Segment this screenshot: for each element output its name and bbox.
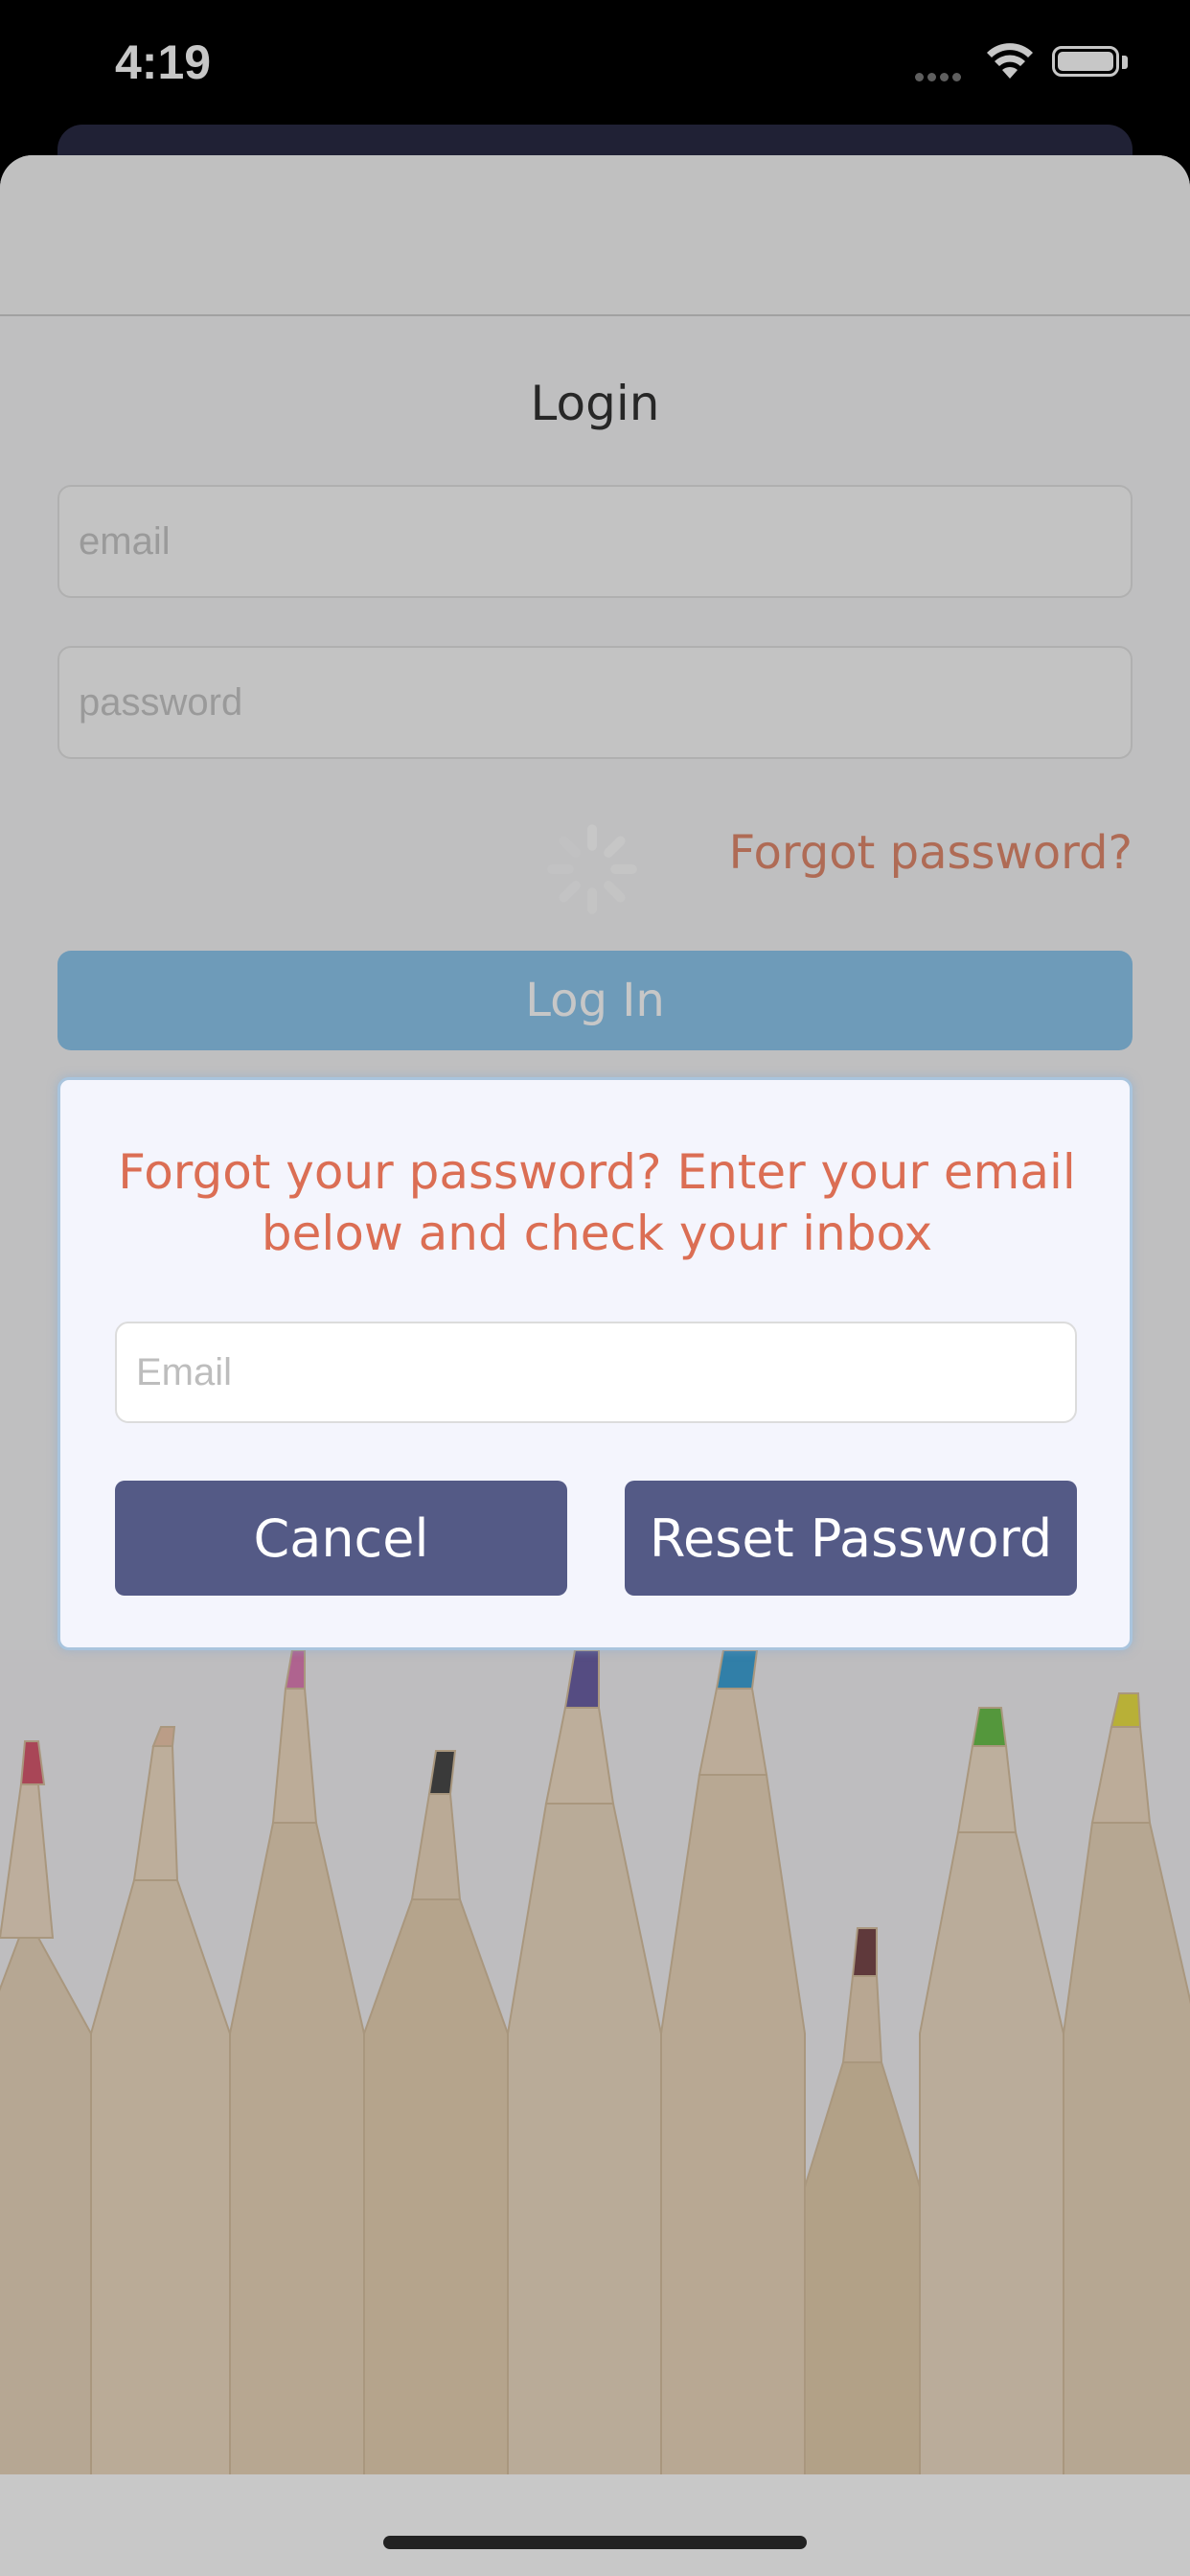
dialog-message: Forgot your password? Enter your email b…: [118, 1144, 1076, 1261]
home-indicator[interactable]: [383, 2536, 807, 2549]
cancel-button[interactable]: Cancel: [115, 1481, 567, 1596]
bottom-bar: [0, 2474, 1190, 2576]
reset-password-button[interactable]: Reset Password: [625, 1481, 1077, 1596]
reset-email-field[interactable]: [115, 1322, 1077, 1423]
reset-password-dialog: Forgot your password? Enter your email b…: [57, 1077, 1133, 1650]
